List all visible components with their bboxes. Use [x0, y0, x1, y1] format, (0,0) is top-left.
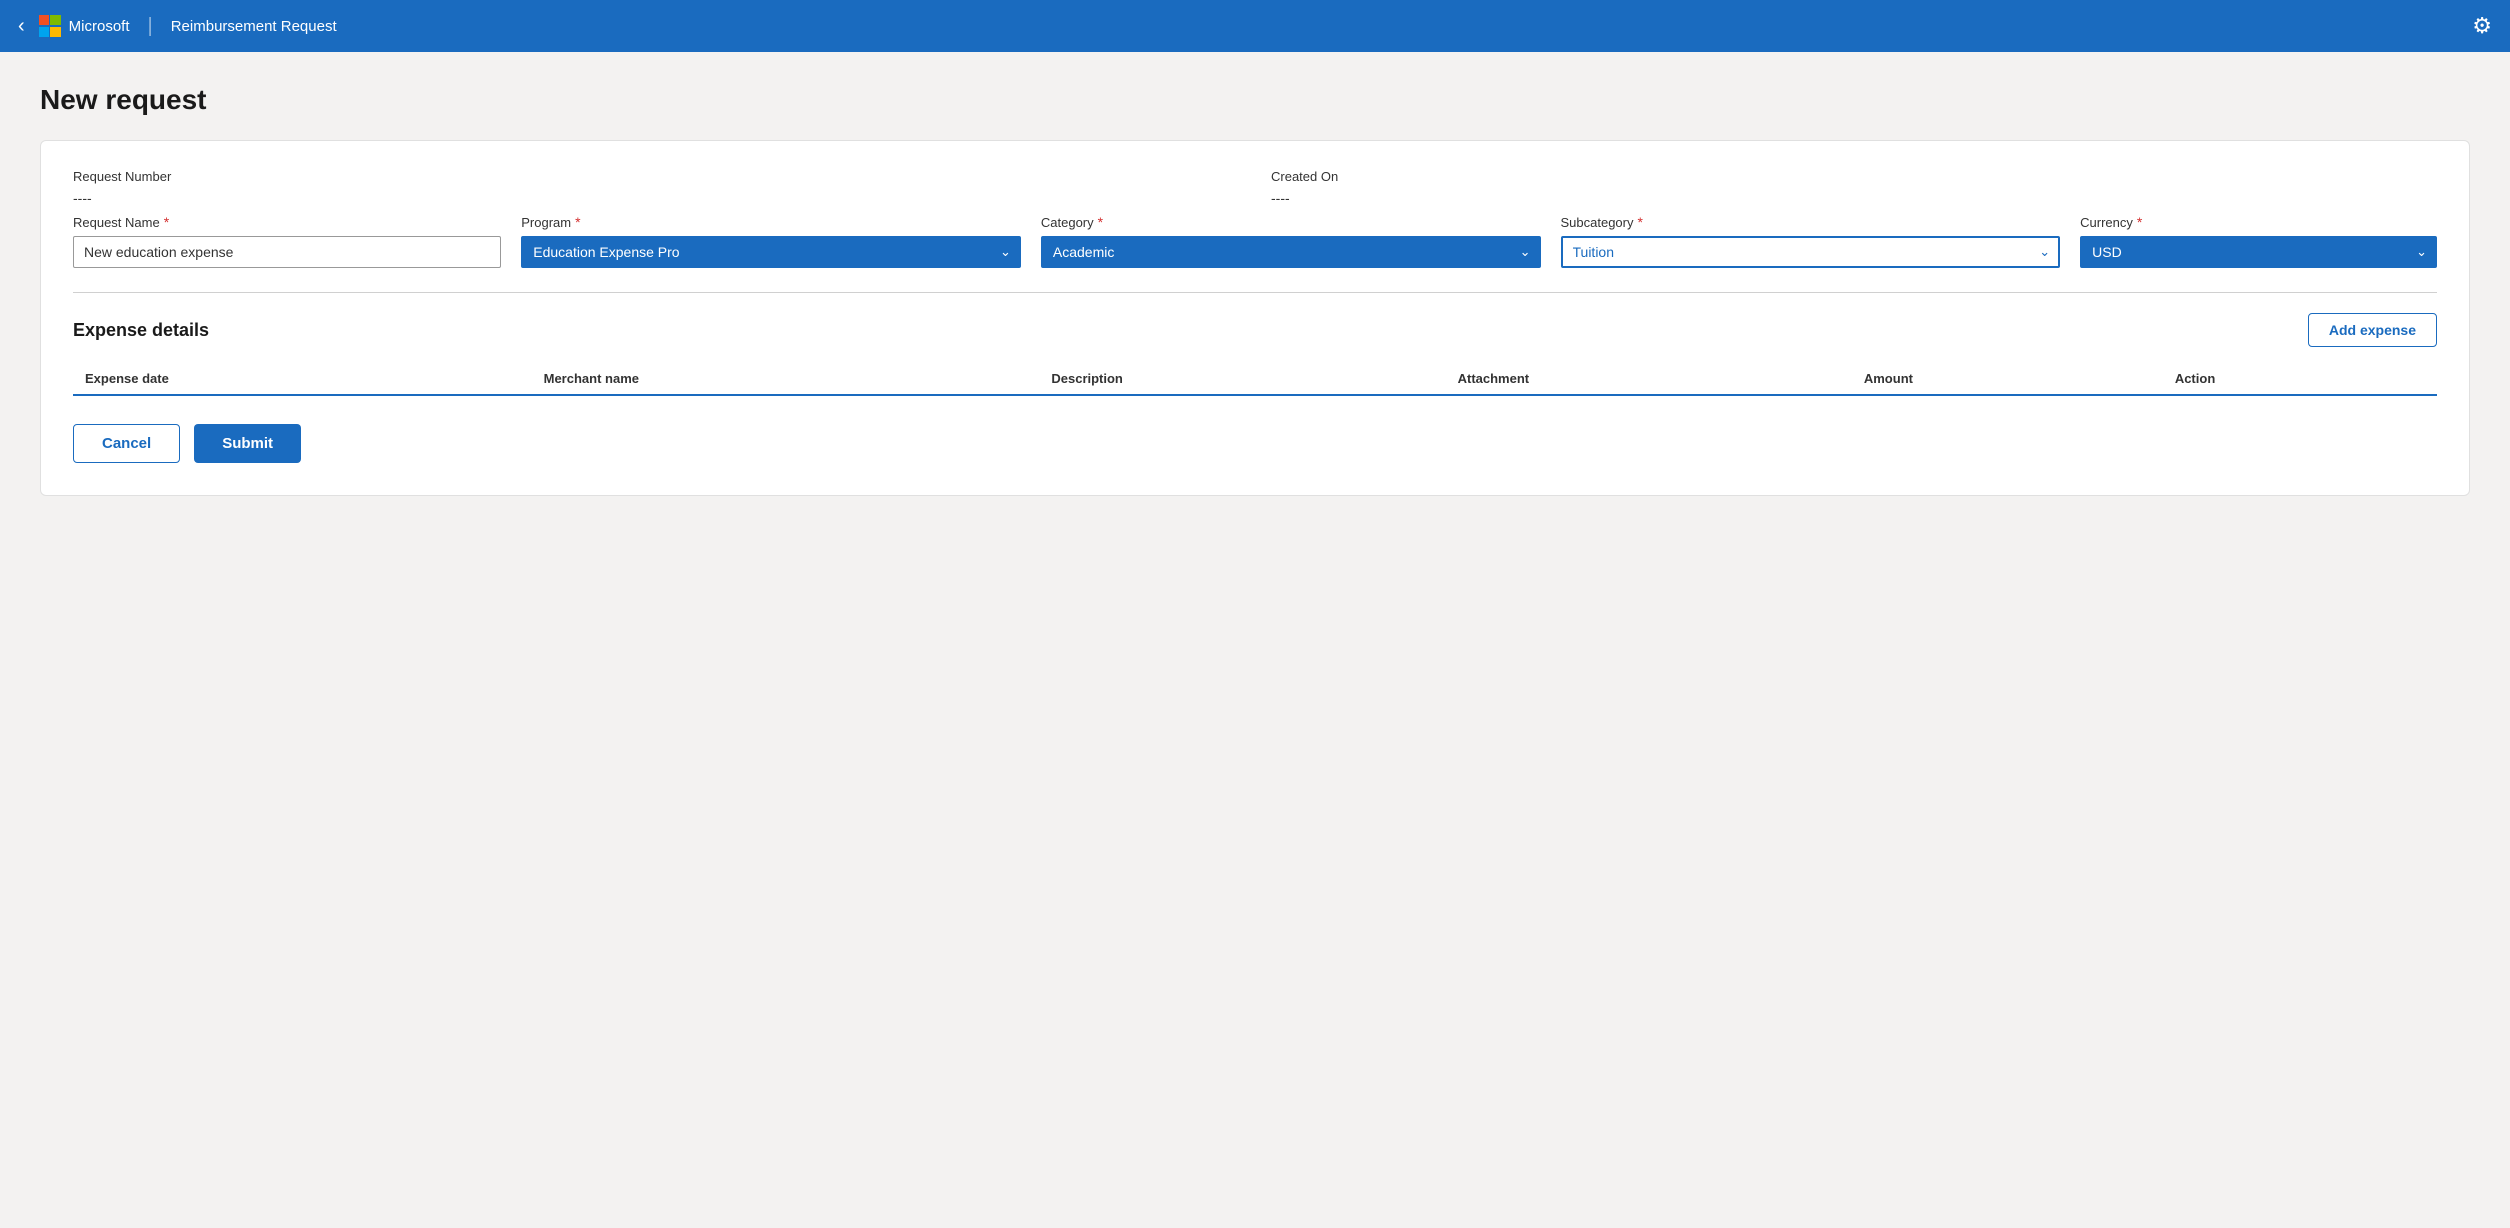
submit-button[interactable]: Submit: [194, 424, 301, 463]
subcategory-label: Subcategory *: [1561, 214, 2061, 230]
col-attachment: Attachment: [1446, 363, 1852, 395]
request-number-value: ----: [73, 190, 1239, 206]
request-number-label: Request Number: [73, 169, 1239, 184]
program-required: *: [575, 214, 580, 230]
page-content: New request Request Number ---- Created …: [0, 52, 2510, 528]
add-expense-button[interactable]: Add expense: [2308, 313, 2437, 347]
section-divider: [73, 292, 2437, 293]
currency-label: Currency *: [2080, 214, 2437, 230]
col-merchant-name: Merchant name: [532, 363, 1040, 395]
request-name-input[interactable]: [73, 236, 501, 268]
cancel-button[interactable]: Cancel: [73, 424, 180, 463]
created-on-field: Created On ----: [1271, 169, 2437, 206]
col-expense-date: Expense date: [73, 363, 532, 395]
subcategory-group: Subcategory * Tuition ⌄: [1561, 214, 2061, 268]
app-header: ‹ Microsoft | Reimbursement Request ⚙: [0, 0, 2510, 52]
program-select[interactable]: Education Expense Pro: [521, 236, 1021, 268]
subcategory-select[interactable]: Tuition: [1561, 236, 2061, 268]
request-number-field: Request Number ----: [73, 169, 1239, 206]
request-name-group: Request Name *: [73, 214, 501, 268]
created-on-label: Created On: [1271, 169, 2437, 184]
expense-table-header: Expense date Merchant name Description A…: [73, 363, 2437, 395]
logo-area: Microsoft: [39, 15, 130, 37]
program-group: Program * Education Expense Pro ⌄: [521, 214, 1021, 268]
form-fields-row: Request Name * Program * Education Expen…: [73, 214, 2437, 268]
back-icon: ‹: [18, 15, 25, 38]
created-on-value: ----: [1271, 190, 2437, 206]
page-title: New request: [40, 84, 2470, 116]
category-group: Category * Academic ⌄: [1041, 214, 1541, 268]
col-amount: Amount: [1852, 363, 2163, 395]
expense-details-title: Expense details: [73, 320, 209, 341]
subcategory-required: *: [1638, 214, 1643, 230]
subcategory-select-wrapper: Tuition ⌄: [1561, 236, 2061, 268]
currency-group: Currency * USD ⌄: [2080, 214, 2437, 268]
microsoft-logo: [39, 15, 61, 37]
col-description: Description: [1039, 363, 1445, 395]
gear-icon[interactable]: ⚙: [2472, 13, 2492, 39]
back-button[interactable]: ‹: [18, 15, 25, 38]
expense-details-header: Expense details Add expense: [73, 313, 2437, 347]
app-title: Reimbursement Request: [171, 18, 337, 35]
header-divider: |: [148, 15, 153, 38]
category-label: Category *: [1041, 214, 1541, 230]
form-meta-fields: Request Number ---- Created On ----: [73, 169, 2437, 206]
category-required: *: [1098, 214, 1103, 230]
col-action: Action: [2163, 363, 2437, 395]
currency-select-wrapper: USD ⌄: [2080, 236, 2437, 268]
currency-select[interactable]: USD: [2080, 236, 2437, 268]
brand-name: Microsoft: [69, 18, 130, 35]
request-name-required: *: [164, 214, 169, 230]
request-name-label: Request Name *: [73, 214, 501, 230]
main-card: Request Number ---- Created On ---- Requ…: [40, 140, 2470, 496]
action-row: Cancel Submit: [73, 424, 2437, 463]
program-select-wrapper: Education Expense Pro ⌄: [521, 236, 1021, 268]
category-select[interactable]: Academic: [1041, 236, 1541, 268]
program-label: Program *: [521, 214, 1021, 230]
expense-table: Expense date Merchant name Description A…: [73, 363, 2437, 396]
category-select-wrapper: Academic ⌄: [1041, 236, 1541, 268]
currency-required: *: [2137, 214, 2142, 230]
